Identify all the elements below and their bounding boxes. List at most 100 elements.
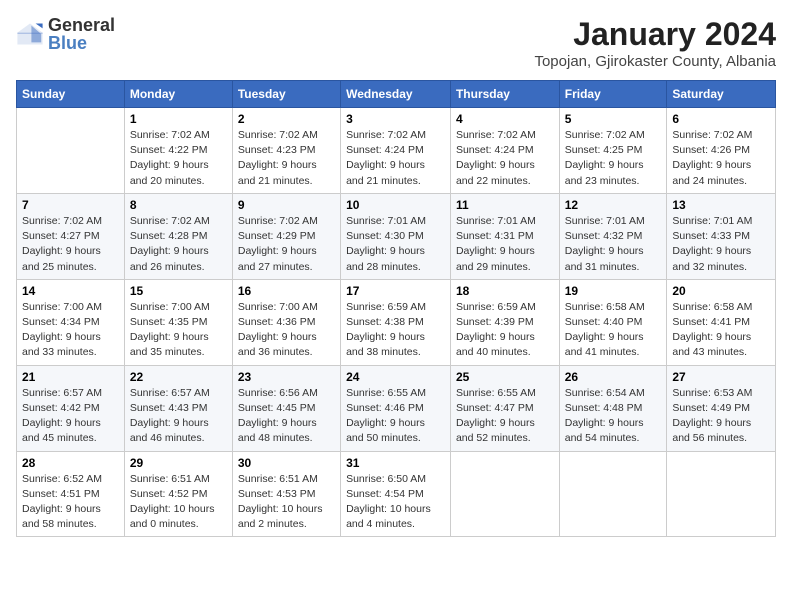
- day-info: Sunrise: 7:02 AMSunset: 4:23 PMDaylight:…: [238, 128, 335, 189]
- day-info: Sunrise: 6:55 AMSunset: 4:46 PMDaylight:…: [346, 386, 445, 447]
- day-info: Sunrise: 6:59 AMSunset: 4:38 PMDaylight:…: [346, 300, 445, 361]
- day-number: 6: [672, 112, 770, 126]
- calendar-cell: 29 Sunrise: 6:51 AMSunset: 4:52 PMDayligh…: [124, 451, 232, 537]
- day-number: 13: [672, 198, 770, 212]
- day-info: Sunrise: 7:01 AMSunset: 4:33 PMDaylight:…: [672, 214, 770, 275]
- day-number: 2: [238, 112, 335, 126]
- day-info: Sunrise: 7:01 AMSunset: 4:32 PMDaylight:…: [565, 214, 662, 275]
- day-number: 22: [130, 370, 227, 384]
- calendar-cell: 31 Sunrise: 6:50 AMSunset: 4:54 PMDayligh…: [341, 451, 451, 537]
- day-number: 31: [346, 456, 445, 470]
- calendar-header-saturday: Saturday: [667, 81, 776, 108]
- calendar-cell: 28 Sunrise: 6:52 AMSunset: 4:51 PMDayligh…: [17, 451, 125, 537]
- day-number: 26: [565, 370, 662, 384]
- day-number: 29: [130, 456, 227, 470]
- day-info: Sunrise: 6:57 AMSunset: 4:42 PMDaylight:…: [22, 386, 119, 447]
- calendar-cell: [17, 108, 125, 194]
- calendar-header-monday: Monday: [124, 81, 232, 108]
- day-info: Sunrise: 7:00 AMSunset: 4:35 PMDaylight:…: [130, 300, 227, 361]
- day-info: Sunrise: 7:00 AMSunset: 4:36 PMDaylight:…: [238, 300, 335, 361]
- day-info: Sunrise: 7:02 AMSunset: 4:25 PMDaylight:…: [565, 128, 662, 189]
- day-info: Sunrise: 6:51 AMSunset: 4:52 PMDaylight:…: [130, 472, 227, 533]
- calendar-cell: 30 Sunrise: 6:51 AMSunset: 4:53 PMDayligh…: [232, 451, 340, 537]
- calendar-cell: 21 Sunrise: 6:57 AMSunset: 4:42 PMDayligh…: [17, 365, 125, 451]
- calendar-header-tuesday: Tuesday: [232, 81, 340, 108]
- day-number: 12: [565, 198, 662, 212]
- calendar-header-friday: Friday: [559, 81, 667, 108]
- day-info: Sunrise: 7:01 AMSunset: 4:31 PMDaylight:…: [456, 214, 554, 275]
- calendar-cell: [667, 451, 776, 537]
- day-info: Sunrise: 7:02 AMSunset: 4:26 PMDaylight:…: [672, 128, 770, 189]
- calendar-cell: 16 Sunrise: 7:00 AMSunset: 4:36 PMDayligh…: [232, 279, 340, 365]
- day-info: Sunrise: 7:02 AMSunset: 4:24 PMDaylight:…: [346, 128, 445, 189]
- calendar-cell: [559, 451, 667, 537]
- day-number: 3: [346, 112, 445, 126]
- calendar-cell: 15 Sunrise: 7:00 AMSunset: 4:35 PMDayligh…: [124, 279, 232, 365]
- day-info: Sunrise: 7:02 AMSunset: 4:27 PMDaylight:…: [22, 214, 119, 275]
- day-number: 5: [565, 112, 662, 126]
- day-info: Sunrise: 7:01 AMSunset: 4:30 PMDaylight:…: [346, 214, 445, 275]
- day-info: Sunrise: 7:02 AMSunset: 4:22 PMDaylight:…: [130, 128, 227, 189]
- calendar-cell: 19Sunrise: 6:58 AMSunset: 4:40 PMDayligh…: [559, 279, 667, 365]
- day-number: 25: [456, 370, 554, 384]
- day-number: 30: [238, 456, 335, 470]
- calendar-cell: 5 Sunrise: 7:02 AMSunset: 4:25 PMDaylight…: [559, 108, 667, 194]
- calendar-cell: 13 Sunrise: 7:01 AMSunset: 4:33 PMDayligh…: [667, 193, 776, 279]
- day-number: 17: [346, 284, 445, 298]
- calendar-cell: 27Sunrise: 6:53 AMSunset: 4:49 PMDayligh…: [667, 365, 776, 451]
- day-number: 8: [130, 198, 227, 212]
- day-info: Sunrise: 6:52 AMSunset: 4:51 PMDaylight:…: [22, 472, 119, 533]
- title-block: January 2024 Topojan, Gjirokaster County…: [534, 16, 776, 70]
- day-number: 16: [238, 284, 335, 298]
- calendar-cell: 6 Sunrise: 7:02 AMSunset: 4:26 PMDaylight…: [667, 108, 776, 194]
- day-number: 20: [672, 284, 770, 298]
- calendar-week-row: 14 Sunrise: 7:00 AMSunset: 4:34 PMDayligh…: [17, 279, 776, 365]
- day-number: 4: [456, 112, 554, 126]
- calendar-cell: 7Sunrise: 7:02 AMSunset: 4:27 PMDaylight…: [17, 193, 125, 279]
- calendar-cell: 18Sunrise: 6:59 AMSunset: 4:39 PMDayligh…: [450, 279, 559, 365]
- day-info: Sunrise: 6:51 AMSunset: 4:53 PMDaylight:…: [238, 472, 335, 533]
- calendar-cell: 9Sunrise: 7:02 AMSunset: 4:29 PMDaylight…: [232, 193, 340, 279]
- calendar-header-thursday: Thursday: [450, 81, 559, 108]
- calendar-header-wednesday: Wednesday: [341, 81, 451, 108]
- calendar-cell: 14 Sunrise: 7:00 AMSunset: 4:34 PMDayligh…: [17, 279, 125, 365]
- logo: General Blue: [16, 16, 115, 52]
- calendar-week-row: 1 Sunrise: 7:02 AMSunset: 4:22 PMDaylight…: [17, 108, 776, 194]
- day-number: 23: [238, 370, 335, 384]
- calendar-table: SundayMondayTuesdayWednesdayThursdayFrid…: [16, 80, 776, 537]
- day-number: 1: [130, 112, 227, 126]
- calendar-cell: 25 Sunrise: 6:55 AMSunset: 4:47 PMDayligh…: [450, 365, 559, 451]
- calendar-cell: 12 Sunrise: 7:01 AMSunset: 4:32 PMDayligh…: [559, 193, 667, 279]
- day-number: 15: [130, 284, 227, 298]
- day-info: Sunrise: 6:55 AMSunset: 4:47 PMDaylight:…: [456, 386, 554, 447]
- calendar-week-row: 28 Sunrise: 6:52 AMSunset: 4:51 PMDayligh…: [17, 451, 776, 537]
- day-info: Sunrise: 6:50 AMSunset: 4:54 PMDaylight:…: [346, 472, 445, 533]
- day-number: 10: [346, 198, 445, 212]
- calendar-cell: 26Sunrise: 6:54 AMSunset: 4:48 PMDayligh…: [559, 365, 667, 451]
- day-info: Sunrise: 6:56 AMSunset: 4:45 PMDaylight:…: [238, 386, 335, 447]
- day-number: 21: [22, 370, 119, 384]
- logo-text: General Blue: [48, 16, 115, 52]
- calendar-week-row: 7Sunrise: 7:02 AMSunset: 4:27 PMDaylight…: [17, 193, 776, 279]
- calendar-cell: 24 Sunrise: 6:55 AMSunset: 4:46 PMDayligh…: [341, 365, 451, 451]
- day-number: 14: [22, 284, 119, 298]
- day-number: 18: [456, 284, 554, 298]
- calendar-cell: 8Sunrise: 7:02 AMSunset: 4:28 PMDaylight…: [124, 193, 232, 279]
- logo-icon: [16, 20, 44, 48]
- day-info: Sunrise: 7:00 AMSunset: 4:34 PMDaylight:…: [22, 300, 119, 361]
- calendar-cell: 11Sunrise: 7:01 AMSunset: 4:31 PMDayligh…: [450, 193, 559, 279]
- calendar-cell: 2 Sunrise: 7:02 AMSunset: 4:23 PMDaylight…: [232, 108, 340, 194]
- day-info: Sunrise: 7:02 AMSunset: 4:24 PMDaylight:…: [456, 128, 554, 189]
- page-header: General Blue January 2024 Topojan, Gjiro…: [16, 16, 776, 70]
- calendar-cell: [450, 451, 559, 537]
- day-info: Sunrise: 6:57 AMSunset: 4:43 PMDaylight:…: [130, 386, 227, 447]
- day-number: 19: [565, 284, 662, 298]
- day-number: 28: [22, 456, 119, 470]
- day-number: 24: [346, 370, 445, 384]
- day-number: 9: [238, 198, 335, 212]
- calendar-header-row: SundayMondayTuesdayWednesdayThursdayFrid…: [17, 81, 776, 108]
- calendar-cell: 23 Sunrise: 6:56 AMSunset: 4:45 PMDayligh…: [232, 365, 340, 451]
- calendar-cell: 3 Sunrise: 7:02 AMSunset: 4:24 PMDaylight…: [341, 108, 451, 194]
- calendar-cell: 1 Sunrise: 7:02 AMSunset: 4:22 PMDaylight…: [124, 108, 232, 194]
- calendar-week-row: 21 Sunrise: 6:57 AMSunset: 4:42 PMDayligh…: [17, 365, 776, 451]
